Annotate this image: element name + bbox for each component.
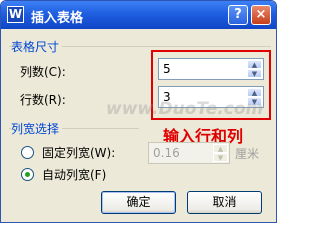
cancel-button[interactable]: 取消 bbox=[187, 191, 262, 214]
help-button[interactable]: ? bbox=[228, 5, 248, 25]
title-bar[interactable]: W 插入表格 ? × bbox=[1, 1, 276, 29]
fixed-width-value[interactable]: 0.16 bbox=[153, 146, 180, 160]
columns-down-icon[interactable]: ▼ bbox=[247, 69, 262, 78]
table-size-legend: 表格尺寸 bbox=[11, 38, 63, 55]
insert-table-dialog: W 插入表格 ? × 表格尺寸 列数(C): 行数(R): 5 ▲ ▼ 3 ▲ … bbox=[0, 0, 277, 223]
fixed-width-down-icon[interactable]: ▼ bbox=[213, 153, 228, 162]
auto-width-label[interactable]: 自动列宽(F) bbox=[42, 166, 106, 183]
fixed-width-radio[interactable] bbox=[21, 146, 34, 159]
app-icon: W bbox=[7, 6, 24, 23]
fixed-width-spin-buttons: ▲ ▼ bbox=[213, 144, 228, 162]
fixed-width-stepper[interactable]: 0.16 ▲ ▼ bbox=[148, 142, 230, 164]
dialog-title: 插入表格 bbox=[31, 11, 84, 26]
columns-label: 列数(C): bbox=[20, 65, 66, 79]
column-width-legend: 列宽选择 bbox=[11, 120, 63, 137]
close-button[interactable]: × bbox=[251, 5, 271, 25]
rows-label: 行数(R): bbox=[20, 93, 66, 107]
rows-up-icon[interactable]: ▲ bbox=[247, 88, 262, 97]
unit-label: 厘米 bbox=[235, 147, 260, 161]
fixed-width-label[interactable]: 固定列宽(W): bbox=[42, 144, 115, 161]
columns-stepper[interactable]: 5 ▲ ▼ bbox=[158, 58, 264, 80]
columns-up-icon[interactable]: ▲ bbox=[247, 60, 262, 69]
fixed-width-up-icon[interactable]: ▲ bbox=[213, 144, 228, 153]
columns-spin-buttons: ▲ ▼ bbox=[247, 60, 262, 78]
watermark: www.DuoTe.com bbox=[106, 99, 264, 119]
ok-button[interactable]: 确定 bbox=[101, 191, 176, 214]
columns-value[interactable]: 5 bbox=[163, 62, 171, 76]
auto-width-radio[interactable] bbox=[21, 168, 34, 181]
